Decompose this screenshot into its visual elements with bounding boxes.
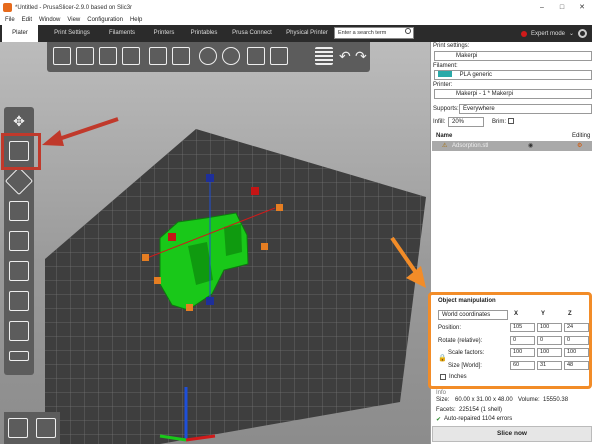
infill-label: Infill:: [433, 119, 446, 125]
list-header-editing: Editing: [572, 133, 591, 139]
info-facets-value: 225154 (1 shell): [459, 407, 503, 413]
menu-help[interactable]: Help: [130, 17, 142, 23]
menu-bar: File Edit Window View Configuration Help: [0, 15, 592, 25]
supports-label: Supports:: [433, 106, 459, 112]
tab-physical-printer[interactable]: Physical Printer: [279, 25, 335, 42]
minimize-button[interactable]: –: [532, 0, 552, 15]
tab-filaments[interactable]: Filaments: [102, 25, 142, 42]
title-bar: *Untitled - PrusaSlicer-2.9.0 based on S…: [0, 0, 592, 15]
move-tool-icon[interactable]: ✥: [9, 111, 29, 131]
search-input[interactable]: Enter a search term: [334, 27, 414, 39]
cut-tool-icon[interactable]: [9, 231, 29, 251]
menu-file[interactable]: File: [5, 17, 15, 23]
print-bed-scene: [42, 117, 426, 444]
info-heading: Info: [436, 390, 447, 396]
info-repair-text: Auto-repaired 1104 errors: [444, 416, 513, 422]
mode-label: Expert mode: [531, 30, 566, 37]
redo-icon[interactable]: ↷: [355, 47, 373, 65]
info-volume-value: 15550.38: [543, 397, 569, 403]
split-objects-icon[interactable]: [247, 47, 265, 65]
printer-label: Printer:: [433, 82, 453, 88]
print-settings-label: Print settings:: [433, 43, 470, 49]
split-parts-icon[interactable]: [270, 47, 288, 65]
add-instance-icon[interactable]: [199, 47, 217, 65]
mode-selector[interactable]: Expert mode ⌄: [521, 25, 574, 42]
rotate-tool-icon[interactable]: [4, 166, 34, 196]
copy-icon[interactable]: [149, 47, 167, 65]
print-profile-value: Makerpi: [456, 53, 478, 59]
list-header-name: Name: [436, 133, 453, 139]
warning-icon: ⚠: [442, 143, 448, 149]
3d-viewport[interactable]: [0, 42, 430, 444]
view-switcher: [4, 412, 60, 444]
tab-prusa-connect[interactable]: Prusa Connect: [227, 25, 277, 42]
infill-combo[interactable]: 20%: [448, 117, 484, 127]
print-bed: [45, 129, 426, 444]
remove-instance-icon[interactable]: [222, 47, 240, 65]
tab-print-settings[interactable]: Print Settings: [44, 25, 100, 42]
measure-tool-icon[interactable]: [9, 351, 29, 361]
edit-settings-icon[interactable]: ⚙: [577, 142, 582, 149]
close-button[interactable]: ✕: [572, 0, 592, 15]
window-title: *Untitled - PrusaSlicer-2.9.0 based on S…: [15, 4, 133, 11]
maximize-button[interactable]: □: [552, 0, 572, 15]
search-icon[interactable]: [405, 28, 411, 34]
mmu-paint-icon[interactable]: [9, 321, 29, 341]
tab-plater[interactable]: Plater: [2, 25, 38, 42]
object-manipulation-highlight: [428, 292, 592, 389]
printer-profile-value: Makerpi - 1 * Makerpi: [456, 91, 514, 97]
repair-check-icon: ✔: [436, 417, 442, 423]
info-volume-label: Volume:: [518, 397, 540, 403]
supports-combo[interactable]: Everywhere: [459, 104, 592, 114]
filament-color-swatch: [438, 71, 452, 78]
print-settings-combo[interactable]: Makerpi: [434, 51, 592, 61]
filament-profile-value: PLA generic: [459, 72, 493, 78]
menu-window[interactable]: Window: [39, 17, 60, 23]
printer-combo[interactable]: Makerpi - 1 * Makerpi: [434, 89, 592, 99]
annotation-arrow-red: [42, 117, 119, 146]
info-facets-label: Facets:: [436, 407, 456, 413]
arrange-icon[interactable]: [122, 47, 140, 65]
delete-object-icon[interactable]: [76, 47, 94, 65]
slice-now-button[interactable]: Slice now: [432, 426, 592, 442]
brim-label: Brim:: [492, 119, 506, 125]
filament-combo[interactable]: PLA generic: [434, 70, 592, 80]
gear-icon[interactable]: [578, 29, 587, 38]
scale-tool-highlight: [1, 133, 41, 170]
prusaslicer-logo-icon: [3, 3, 12, 12]
chevron-down-icon: ⌄: [569, 31, 575, 37]
expert-mode-dot-icon: [521, 30, 527, 37]
paste-icon[interactable]: [172, 47, 190, 65]
menu-configuration[interactable]: Configuration: [87, 17, 123, 23]
3d-view-icon[interactable]: [8, 418, 28, 438]
preview-icon[interactable]: [36, 418, 56, 438]
tab-printers[interactable]: Printers: [146, 25, 182, 42]
info-size-value: 60.00 x 31.00 x 48.00: [455, 397, 513, 403]
info-size-label: Size:: [436, 397, 450, 403]
menu-edit[interactable]: Edit: [22, 17, 32, 23]
object-name: Adsorption.stl: [452, 143, 489, 149]
tab-printables[interactable]: Printables: [184, 25, 224, 42]
eye-icon[interactable]: ◉: [528, 142, 533, 149]
top-toolbar: ↶ ↷: [47, 42, 370, 72]
place-on-face-icon[interactable]: [9, 201, 29, 221]
tab-bar: Plater Print Settings Filaments Printers…: [0, 25, 592, 42]
add-object-icon[interactable]: [53, 47, 71, 65]
delete-all-icon[interactable]: [99, 47, 117, 65]
brim-checkbox[interactable]: [508, 118, 514, 124]
menu-view[interactable]: View: [67, 17, 80, 23]
filament-label: Filament:: [433, 63, 458, 69]
layers-editing-icon[interactable]: [315, 47, 333, 65]
seam-paint-icon[interactable]: [9, 291, 29, 311]
supports-paint-icon[interactable]: [9, 261, 29, 281]
